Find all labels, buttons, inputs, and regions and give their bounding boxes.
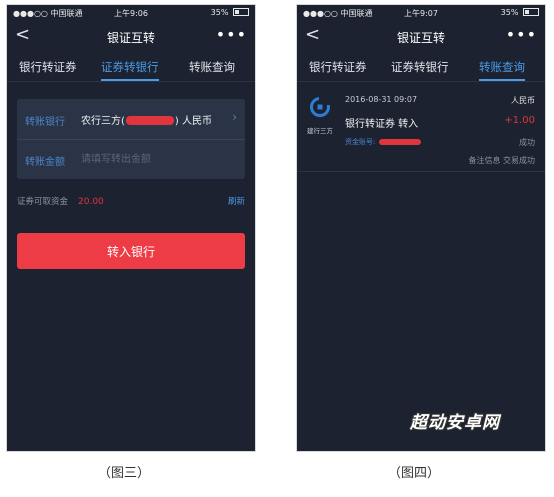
bank-logo: 建行三方	[303, 97, 337, 135]
tab-transfer-query[interactable]: 转账查询	[479, 59, 525, 81]
status-bar: ●●●○○ 中国联通 上午9:06 35%	[7, 5, 255, 21]
screen-transfer-query: ●●●○○ 中国联通 上午9:07 35% < 银证互转 ••• 银行转证券 证…	[296, 4, 546, 452]
record-datetime: 2016-08-31 09:07	[345, 95, 418, 104]
figure-caption-4: （图四）	[388, 466, 441, 481]
redacted-account-mark	[125, 116, 174, 125]
battery-indicator: 35%	[501, 8, 539, 17]
nav-bar: < 银证互转 •••	[7, 21, 255, 51]
record-note: 备注信息 交易成功	[468, 156, 535, 165]
battery-percent: 35%	[210, 8, 229, 17]
refresh-link[interactable]: 刷新	[228, 195, 245, 207]
battery-percent: 35%	[500, 8, 519, 17]
amount-input[interactable]	[81, 151, 231, 167]
status-bar: ●●●○○ 中国联通 上午9:07 35%	[297, 5, 545, 21]
transfer-record[interactable]: 建行三方 2016-08-31 09:07 人民币 银行转证券 转入 +1.00…	[297, 83, 545, 172]
tab-bank-to-securities[interactable]: 银行转证券	[19, 59, 77, 75]
tab-securities-to-bank[interactable]: 证券转银行	[391, 59, 449, 75]
bank-label: 转账银行	[25, 117, 65, 128]
screen-transfer-to-bank: ●●●○○ 中国联通 上午9:06 35% < 银证互转 ••• 银行转证券 证…	[6, 4, 256, 452]
bank-org-name: 建行三方	[307, 127, 333, 135]
transfer-to-bank-button[interactable]: 转入银行	[17, 233, 245, 269]
tab-bank-to-securities[interactable]: 银行转证券	[309, 59, 367, 75]
record-currency: 人民币	[511, 96, 535, 105]
ccb-logo-icon	[310, 97, 330, 117]
more-dots-icon[interactable]: •••	[216, 25, 247, 44]
tab-bar: 银行转证券 证券转银行 转账查询	[297, 51, 545, 82]
tab-securities-to-bank[interactable]: 证券转银行	[101, 59, 159, 81]
record-account-label: 资金账号:	[345, 138, 376, 146]
bank-select-row[interactable]: 转账银行 农行三方( ) 人民币 ›	[17, 99, 245, 140]
battery-indicator: 35%	[211, 8, 249, 17]
record-account: 资金账号:	[345, 137, 422, 147]
more-dots-icon[interactable]: •••	[506, 25, 537, 44]
amount-label: 转账金额	[25, 157, 65, 168]
bank-value-prefix: 农行三方(	[81, 116, 125, 127]
available-amount: 20.00	[78, 197, 104, 207]
tab-bar: 银行转证券 证券转银行 转账查询	[7, 51, 255, 82]
battery-icon	[523, 8, 539, 16]
tab-transfer-query[interactable]: 转账查询	[189, 59, 235, 75]
record-status: 成功	[519, 138, 535, 147]
bank-value: 农行三方( ) 人民币	[81, 112, 212, 127]
record-amount: +1.00	[504, 115, 535, 126]
available-label: 证券可取资金	[17, 197, 69, 207]
site-watermark: 超动安卓网	[410, 413, 500, 433]
amount-row: 转账金额	[17, 139, 245, 179]
bank-value-suffix: ) 人民币	[174, 116, 212, 127]
transfer-form: 转账银行 农行三方( ) 人民币 › 转账金额	[17, 99, 245, 179]
figure-caption-3: （图三）	[98, 466, 151, 481]
available-funds: 证券可取资金 20.00	[17, 195, 104, 207]
record-title: 银行转证券 转入	[345, 119, 419, 130]
chevron-right-icon[interactable]: ›	[232, 110, 237, 124]
nav-bar: < 银证互转 •••	[297, 21, 545, 51]
battery-icon	[233, 8, 249, 16]
redacted-account-mark	[379, 139, 422, 145]
